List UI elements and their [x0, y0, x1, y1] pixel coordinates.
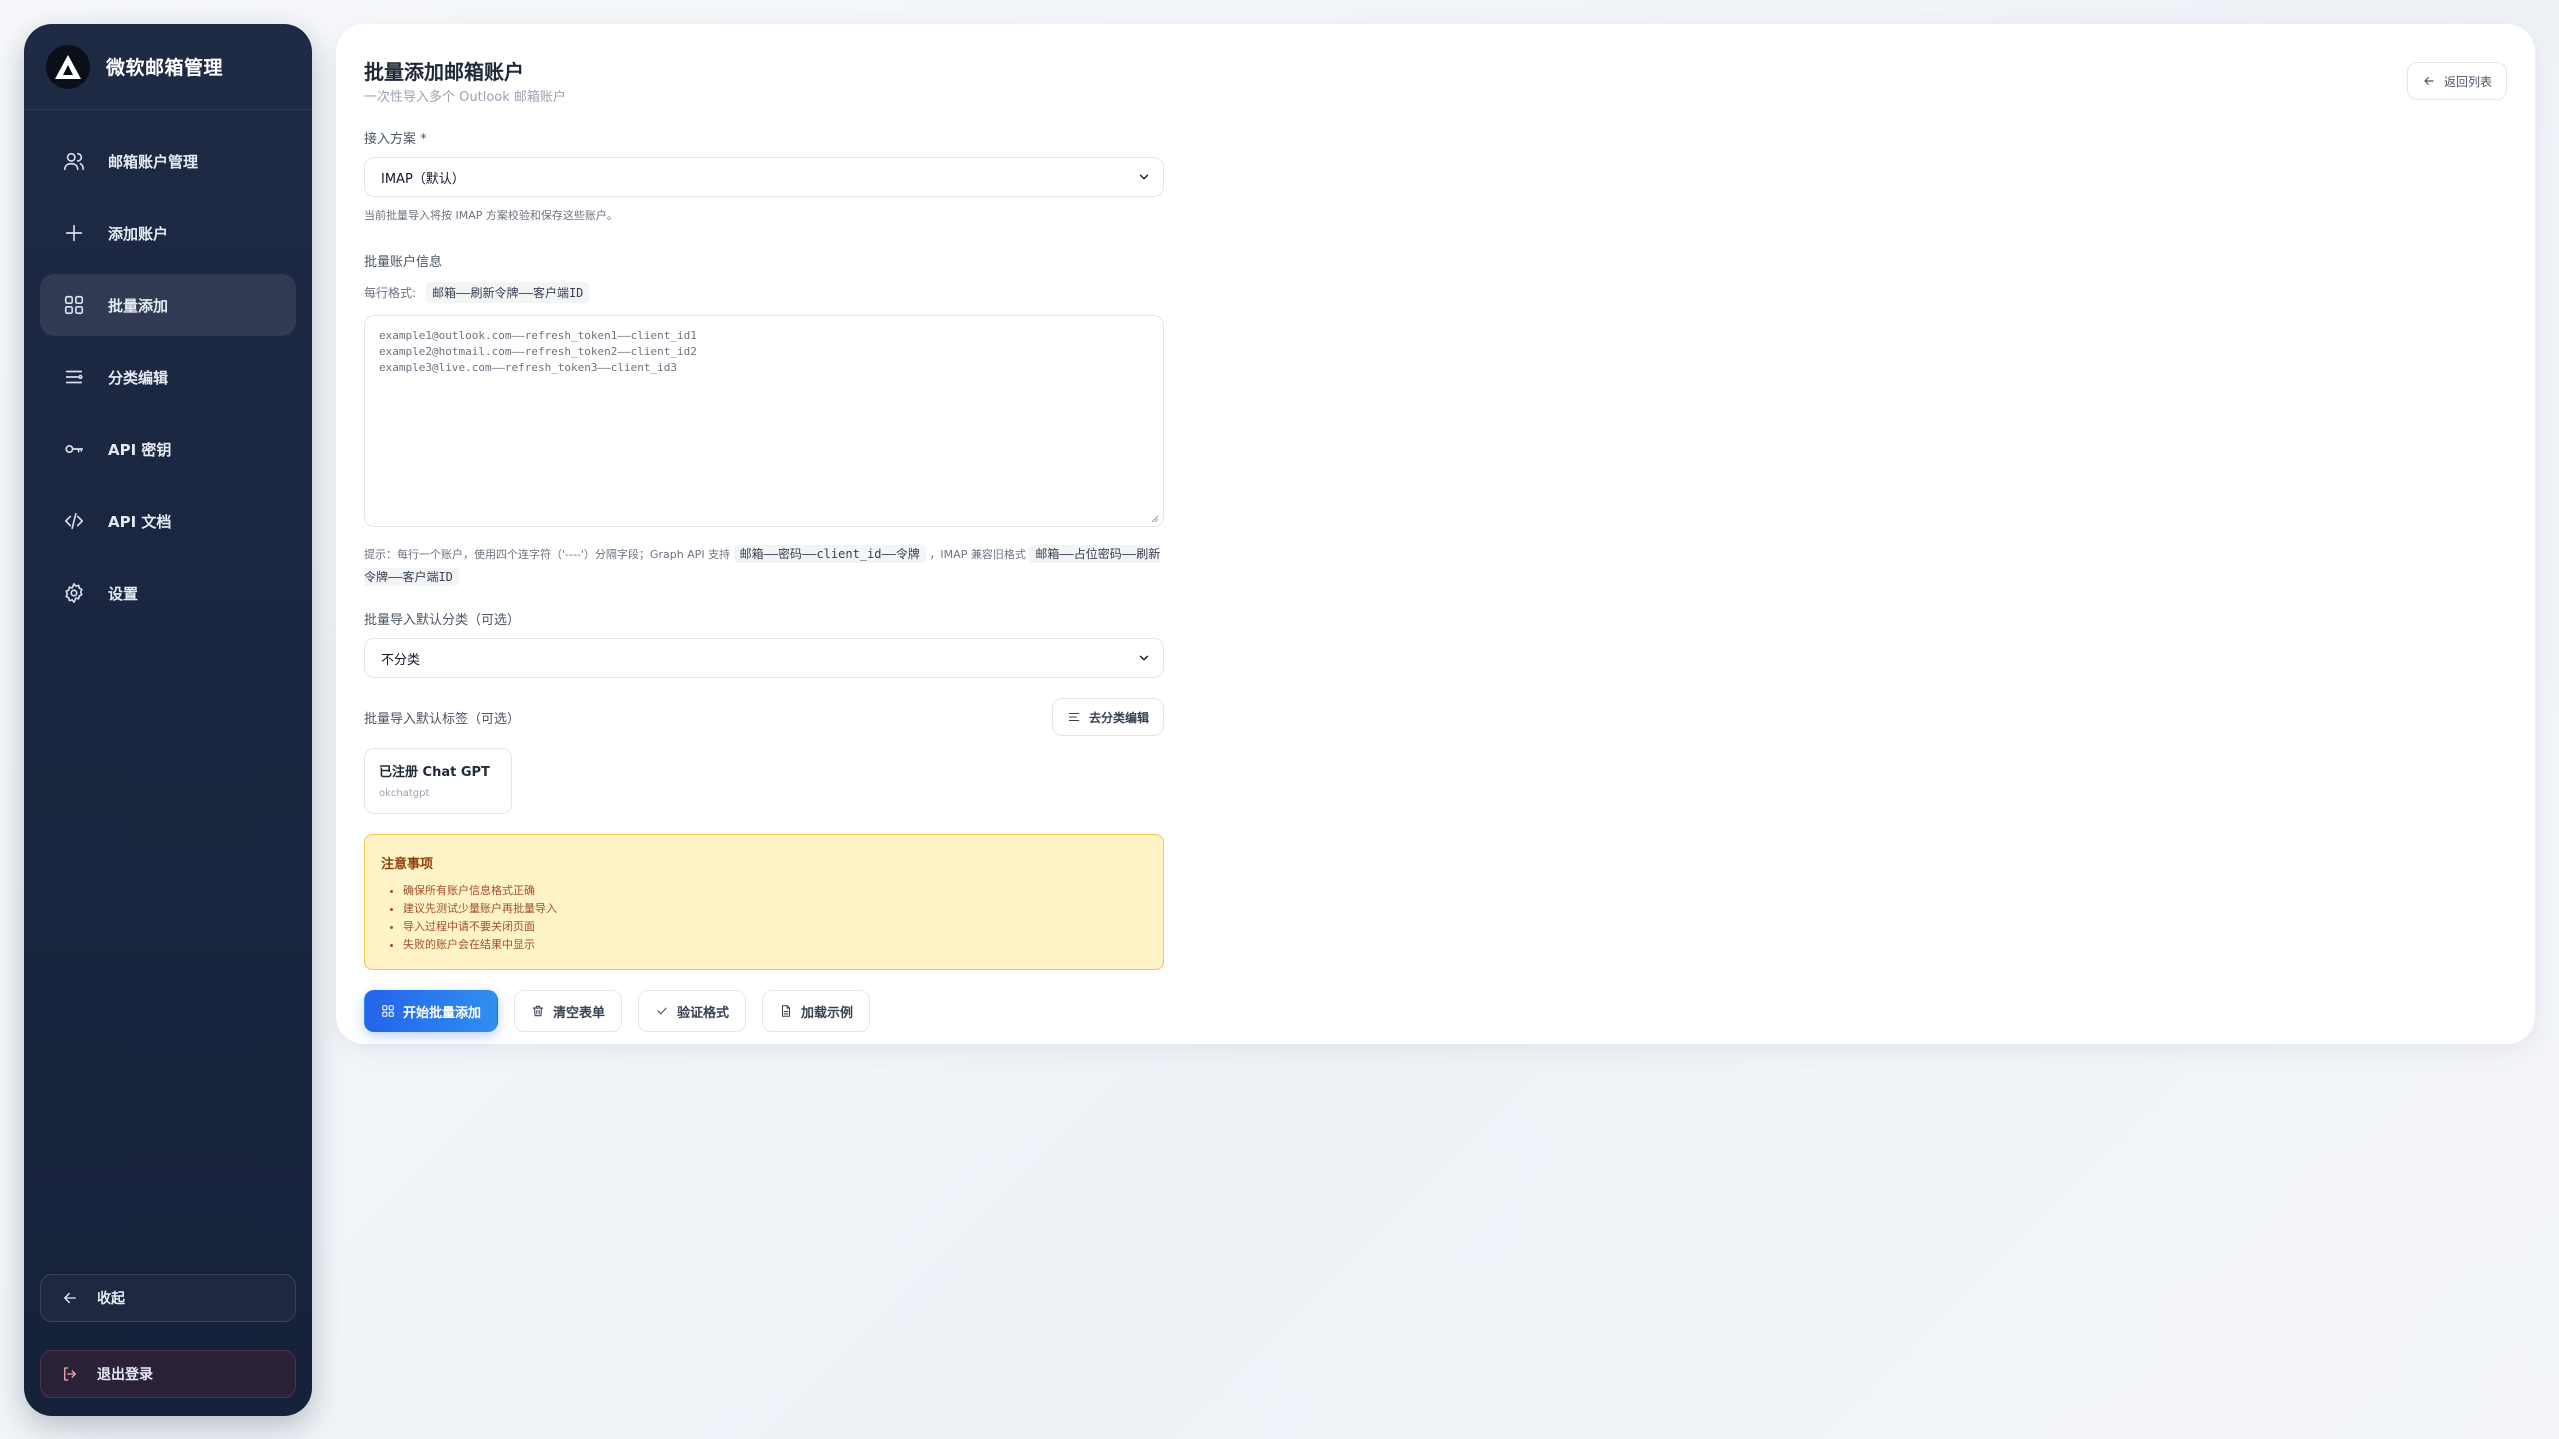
hint-code-graph: 邮箱——密码——client_id——令牌 [733, 545, 926, 563]
scheme-select[interactable]: IMAP（默认） [364, 157, 1164, 197]
textarea-placeholder-line: example3@live.com——refresh_token3——clien… [379, 361, 678, 374]
back-to-list-button[interactable]: 返回列表 [2406, 62, 2507, 100]
tags-header: 批量导入默认标签（可选） 去分类编辑 [364, 698, 1164, 736]
load-example-label: 加载示例 [801, 1005, 854, 1021]
chevron-down-icon [1137, 170, 1151, 184]
arrow-left-icon [59, 1287, 81, 1309]
format-code: 邮箱——刷新令牌——客户端ID [426, 282, 590, 303]
page-subtitle: 一次性导入多个 Outlook 邮箱账户 [364, 90, 566, 105]
notice-item: 失败的账户会在结果中显示 [403, 936, 1147, 954]
file-icon [782, 1005, 791, 1017]
code-icon [62, 509, 86, 533]
clear-form-button[interactable]: 清空表单 [514, 990, 623, 1032]
sidebar-item-accounts[interactable]: 邮箱账户管理 [40, 130, 296, 192]
sidebar-item-label: 邮箱账户管理 [108, 152, 199, 171]
hint-prefix: 提示：每行一个账户，使用四个连字符（'----'）分隔字段；Graph API … [364, 548, 731, 561]
clear-form-label: 清空表单 [553, 1005, 606, 1021]
accounts-textarea[interactable]: example1@outlook.com——refresh_token1——cl… [364, 315, 1164, 527]
notice-box: 注意事项 确保所有账户信息格式正确 建议先测试少量账户再批量导入 导入过程中请不… [364, 834, 1164, 970]
notice-item: 导入过程中请不要关闭页面 [403, 918, 1147, 936]
tag-name: 已注册 Chat GPT [379, 765, 490, 780]
main-card: 批量添加邮箱账户 一次性导入多个 Outlook 邮箱账户 返回列表 接入方案 … [336, 24, 2535, 1044]
collapse-label: 收起 [97, 1291, 125, 1307]
notice-list: 确保所有账户信息格式正确 建议先测试少量账户再批量导入 导入过程中请不要关闭页面… [381, 882, 1147, 954]
form-actions: 开始批量添加 清空表单 验证格式 加载示例 [364, 990, 1164, 1032]
logout-label: 退出登录 [97, 1367, 153, 1383]
logout-icon [59, 1363, 81, 1385]
key-icon [62, 437, 86, 461]
sidebar: 微软邮箱管理 邮箱账户管理 添加账户 批量添加 分类编辑 API 密钥 API … [24, 24, 312, 1416]
notice-item: 建议先测试少量账户再批量导入 [403, 900, 1147, 918]
sidebar-item-settings[interactable]: 设置 [40, 562, 296, 624]
notice-item: 确保所有账户信息格式正确 [403, 882, 1147, 900]
sidebar-item-label: 设置 [108, 584, 139, 603]
list-filter-icon [1068, 712, 1080, 722]
go-category-edit-button[interactable]: 去分类编辑 [1051, 698, 1164, 736]
category-select-value: 不分类 [381, 652, 421, 668]
tag-slug: okchatgpt [379, 788, 430, 799]
validate-format-label: 验证格式 [677, 1005, 730, 1021]
sidebar-item-api-key[interactable]: API 密钥 [40, 418, 296, 480]
back-to-list-label: 返回列表 [2443, 74, 2492, 89]
textarea-placeholder-line: example2@hotmail.com——refresh_token2——cl… [379, 345, 697, 358]
plus-icon [62, 221, 86, 245]
hint-mid: ，IMAP 兼容旧格式 [929, 548, 1026, 561]
sidebar-item-label: API 密钥 [108, 440, 172, 459]
sidebar-item-label: API 文档 [108, 512, 172, 531]
check-icon [657, 1007, 667, 1015]
start-batch-add-label: 开始批量添加 [403, 1005, 482, 1021]
start-batch-add-button[interactable]: 开始批量添加 [364, 990, 499, 1032]
textarea-placeholder-line: example1@outlook.com——refresh_token1——cl… [379, 329, 697, 342]
resize-grip-icon[interactable] [1149, 512, 1159, 523]
go-category-edit-label: 去分类编辑 [1088, 710, 1149, 725]
batch-form: 接入方案 * IMAP（默认） 当前批量导入将按 IMAP 方案校验和保存这些账… [364, 128, 1164, 1032]
grid-icon [62, 293, 86, 317]
sidebar-item-api-docs[interactable]: API 文档 [40, 490, 296, 552]
sidebar-item-category-edit[interactable]: 分类编辑 [40, 346, 296, 408]
category-label: 批量导入默认分类（可选） [364, 613, 521, 628]
load-example-button[interactable]: 加载示例 [762, 990, 871, 1032]
arrow-left-icon [2424, 76, 2434, 86]
scheme-help: 当前批量导入将按 IMAP 方案校验和保存这些账户。 [364, 209, 618, 222]
format-hint: 提示：每行一个账户，使用四个连字符（'----'）分隔字段；Graph API … [364, 543, 1164, 589]
scheme-label: 接入方案 * [364, 132, 427, 147]
triangle-logo-icon [46, 44, 90, 89]
brand: 微软邮箱管理 [24, 24, 312, 110]
sidebar-item-batch-add[interactable]: 批量添加 [40, 274, 296, 336]
grid-icon [382, 1005, 394, 1017]
brand-title: 微软邮箱管理 [106, 57, 224, 79]
notice-title: 注意事项 [381, 857, 434, 872]
validate-format-button[interactable]: 验证格式 [638, 990, 747, 1032]
sidebar-bottom: 收起 退出登录 [24, 1274, 312, 1416]
sidebar-item-add-account[interactable]: 添加账户 [40, 202, 296, 264]
trash-icon [532, 1005, 544, 1017]
tags-label: 批量导入默认标签（可选） [364, 711, 521, 727]
users-icon [62, 149, 86, 173]
accounts-label: 批量账户信息 [364, 255, 443, 270]
category-select[interactable]: 不分类 [364, 638, 1164, 678]
sidebar-item-label: 添加账户 [108, 224, 169, 243]
list-filter-icon [62, 365, 86, 389]
sidebar-item-label: 分类编辑 [108, 368, 169, 387]
chevron-down-icon [1137, 651, 1151, 665]
sidebar-nav: 邮箱账户管理 添加账户 批量添加 分类编辑 API 密钥 API 文档 设置 [24, 114, 312, 624]
tag-card[interactable]: 已注册 Chat GPT okchatgpt [364, 748, 512, 814]
format-prefix: 每行格式: [364, 286, 417, 300]
gear-icon [62, 581, 86, 605]
page-title: 批量添加邮箱账户 [364, 60, 524, 84]
logout-button[interactable]: 退出登录 [40, 1350, 296, 1398]
collapse-button[interactable]: 收起 [40, 1274, 296, 1322]
sidebar-item-label: 批量添加 [108, 296, 169, 315]
scheme-select-value: IMAP（默认） [381, 171, 465, 187]
format-line: 每行格式: 邮箱——刷新令牌——客户端ID [364, 282, 1164, 303]
